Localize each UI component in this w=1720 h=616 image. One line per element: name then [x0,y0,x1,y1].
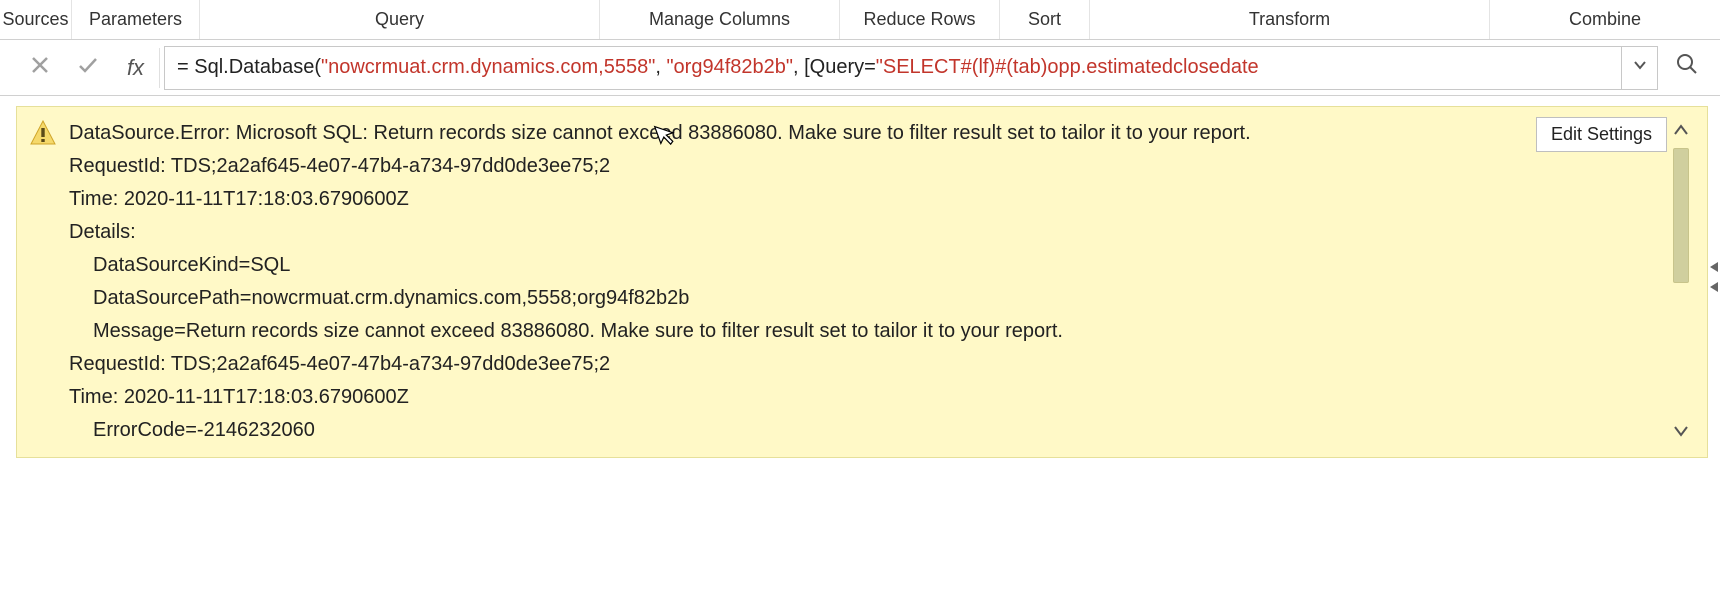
ribbon-group-transform[interactable]: Transform [1090,0,1490,39]
edit-settings-button[interactable]: Edit Settings [1536,117,1667,152]
ribbon-group-combine[interactable]: Combine [1490,0,1720,39]
error-line-time: Time: 2020-11-11T17:18:03.6790600Z [69,183,1651,216]
formula-input[interactable]: = Sql.Database("nowcrmuat.crm.dynamics.c… [164,46,1622,90]
error-panel-container: DataSource.Error: Microsoft SQL: Return … [0,96,1720,458]
accept-formula-button[interactable] [64,48,112,88]
error-body: DataSource.Error: Microsoft SQL: Return … [69,117,1667,447]
fx-text: fx [127,55,144,81]
error-line-requestid: RequestId: TDS;2a2af645-4e07-47b4-a734-9… [69,150,1651,183]
error-line-dskind: DataSourceKind=SQL [69,249,1651,282]
formula-comma2: , [Query= [793,56,876,78]
ribbon-group-sort[interactable]: Sort [1000,0,1090,39]
ribbon-label-parameters: Parameters [89,9,182,30]
ribbon-label-reduce-rows: Reduce Rows [863,9,975,30]
formula-func: Sql.Database( [194,56,321,78]
ribbon-group-query[interactable]: Query [200,0,600,39]
ribbon-label-query: Query [375,9,424,30]
formula-server: "nowcrmuat.crm.dynamics.com,5558" [321,56,655,78]
formula-expand-dropdown[interactable] [1622,46,1658,90]
error-line-details: Details: [69,216,1651,249]
close-icon [30,55,50,81]
formula-query: "SELECT#(lf)#(tab)opp.estimatedclosedate [876,56,1259,78]
ribbon-group-manage-columns[interactable]: Manage Columns [600,0,840,39]
error-panel: DataSource.Error: Microsoft SQL: Return … [16,106,1708,458]
error-line-time2: Time: 2020-11-11T17:18:03.6790600Z [69,381,1651,414]
check-icon [77,54,99,82]
formula-eq: = [177,56,194,78]
formula-bar: fx = Sql.Database("nowcrmuat.crm.dynamic… [0,40,1720,96]
ribbon-label-sort: Sort [1028,9,1061,30]
formula-db: "org94f82b2b" [666,56,793,78]
warning-icon [29,119,57,147]
ribbon-group-sources[interactable]: Sources [0,0,72,39]
ribbon-group-parameters[interactable]: Parameters [72,0,200,39]
ribbon-label-combine: Combine [1569,9,1641,30]
error-line-dspath: DataSourcePath=nowcrmuat.crm.dynamics.co… [69,282,1651,315]
scroll-up-arrow[interactable] [1673,121,1689,142]
ribbon-label-manage-columns: Manage Columns [649,9,790,30]
error-line-errorcode: ErrorCode=-2146232060 [69,414,1651,447]
fx-label: fx [112,48,160,88]
pane-expand-handle[interactable] [1708,261,1720,293]
search-button[interactable] [1664,46,1710,90]
ribbon-label-sources: Sources [2,9,68,30]
formula-comma1: , [655,56,666,78]
error-line-requestid2: RequestId: TDS;2a2af645-4e07-47b4-a734-9… [69,348,1651,381]
ribbon-group-reduce-rows[interactable]: Reduce Rows [840,0,1000,39]
cancel-formula-button[interactable] [16,48,64,88]
chevron-down-icon [1633,58,1647,77]
error-scrollbar[interactable] [1667,117,1695,447]
ribbon-bar: Sources Parameters Query Manage Columns … [0,0,1720,40]
edit-settings-label: Edit Settings [1551,124,1652,144]
error-line-main: DataSource.Error: Microsoft SQL: Return … [69,117,1651,150]
scroll-down-arrow[interactable] [1673,422,1689,443]
error-line-message: Message=Return records size cannot excee… [69,315,1651,348]
ribbon-label-transform: Transform [1249,9,1330,30]
search-icon [1675,52,1699,83]
scroll-thumb[interactable] [1673,148,1689,283]
